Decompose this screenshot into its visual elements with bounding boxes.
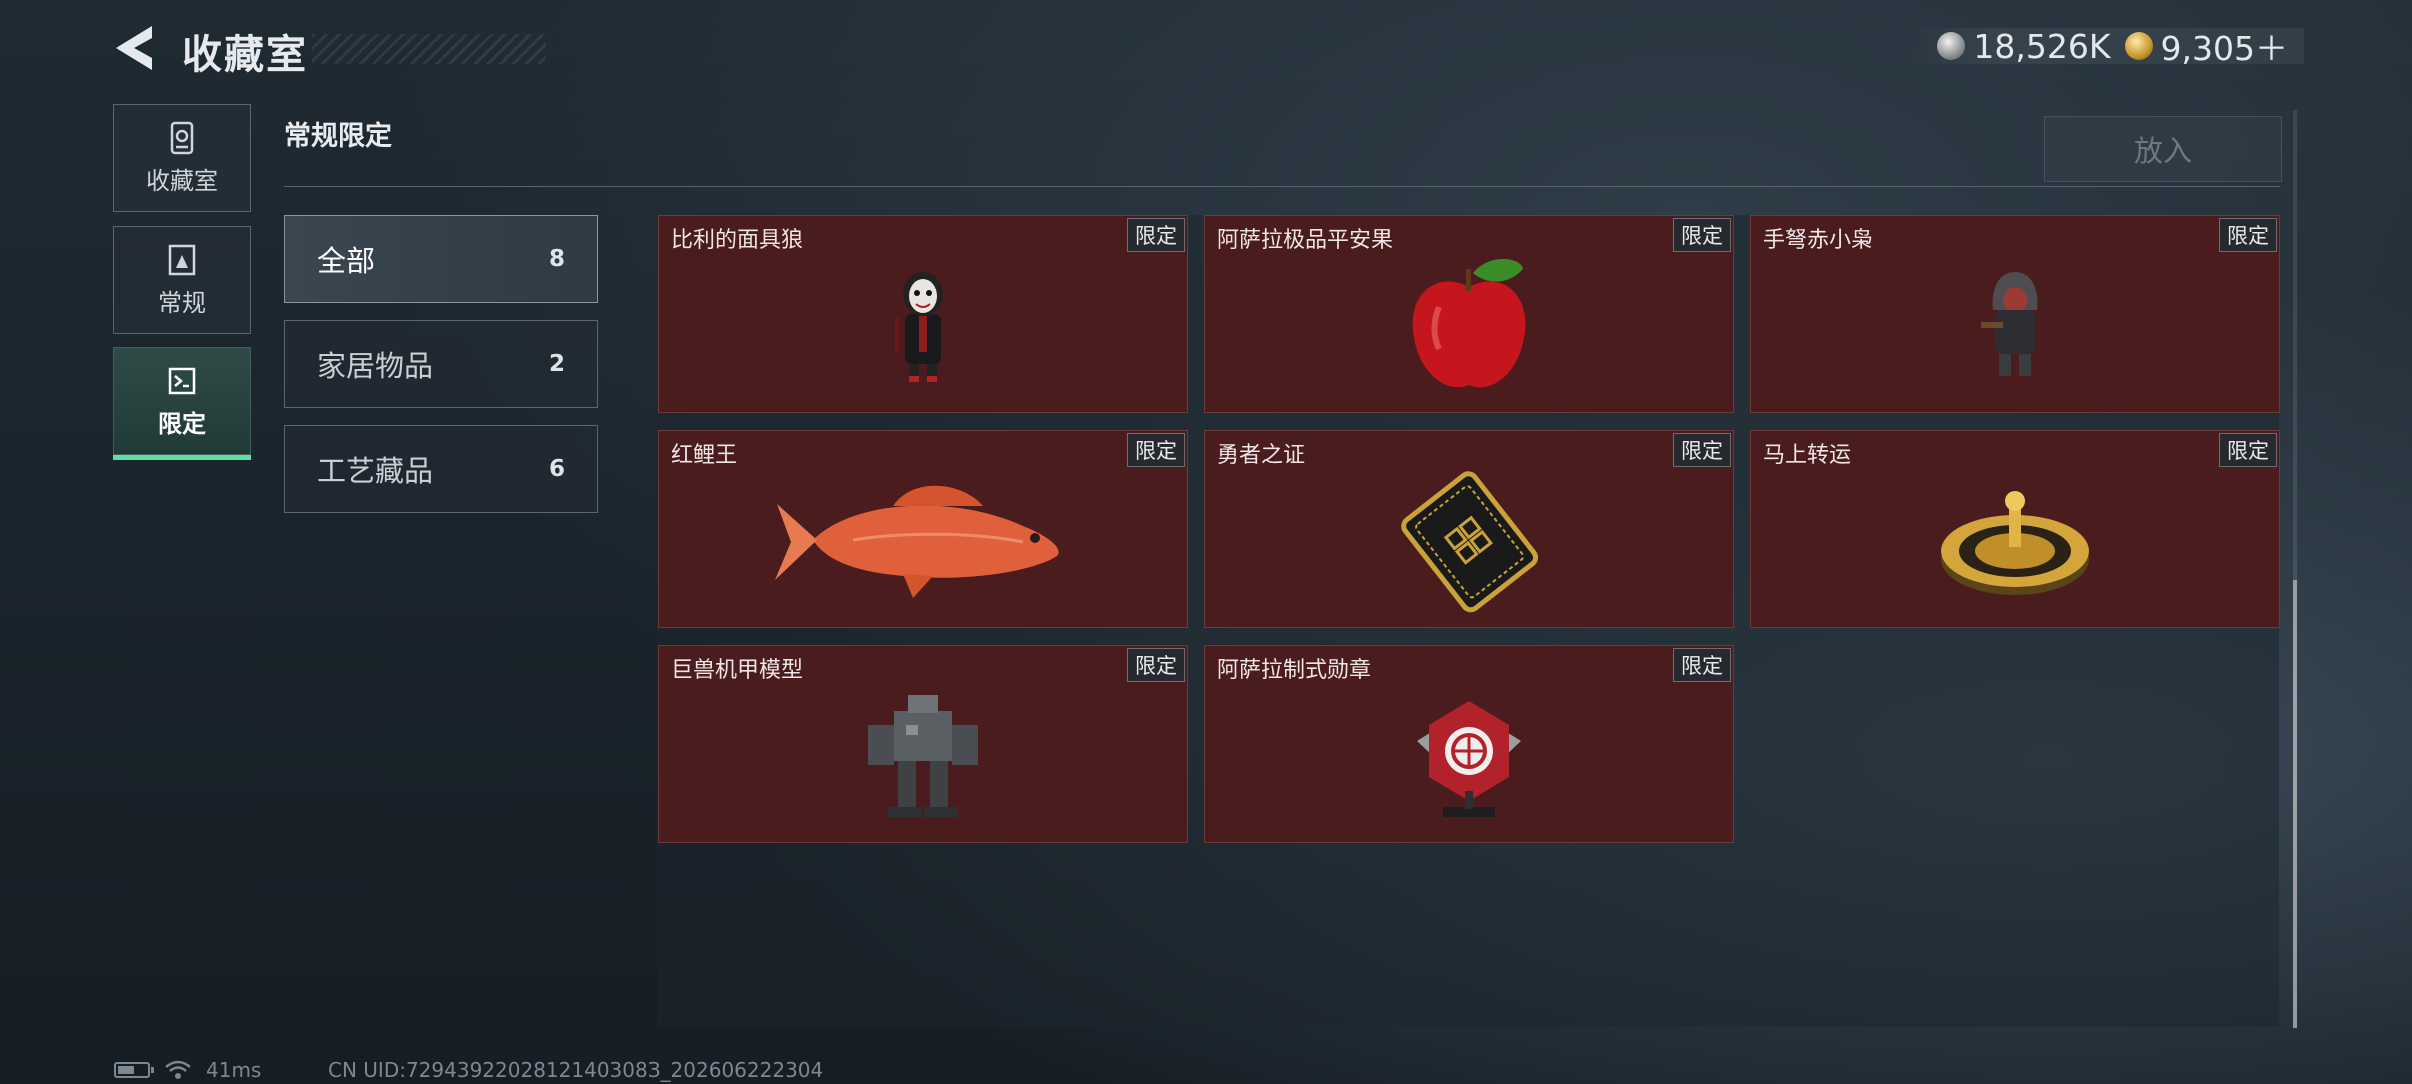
red-carp-icon: [775, 485, 1059, 598]
hooded-figure-icon: [1981, 271, 2038, 376]
limited-icon: [168, 367, 196, 394]
page-title: 收藏室: [182, 32, 308, 78]
item-card[interactable]: 巨兽机甲模型 限定: [658, 645, 1188, 843]
section-title: 常规限定: [284, 121, 392, 152]
wifi-icon: [165, 1060, 191, 1079]
ping-text: 41ms: [206, 1058, 262, 1082]
filter-crafts[interactable]: 工艺藏品 6: [284, 425, 598, 513]
item-name: 比利的面具狼: [671, 228, 804, 253]
title-decoration: [312, 34, 546, 64]
item-name: 马上转运: [1763, 443, 1852, 468]
nav-tab-collection[interactable]: 收藏室: [113, 104, 251, 212]
medal-icon: [1417, 700, 1521, 817]
scrollbar-thumb[interactable]: [2293, 580, 2297, 1028]
red-apple-icon: [1412, 258, 1526, 388]
nav-tab-label: 收藏室: [146, 166, 218, 195]
item-card[interactable]: 阿萨拉制式勋章 限定: [1204, 645, 1734, 843]
currency-gold[interactable]: 9,305＋: [2124, 22, 2288, 70]
item-card[interactable]: 比利的面具狼 限定: [658, 215, 1188, 413]
filter-label: 全部: [317, 244, 376, 278]
item-card[interactable]: 勇者之证 限定: [1204, 430, 1734, 628]
filter-count: 6: [548, 456, 565, 482]
limited-tag: 限定: [2219, 433, 2277, 467]
silver-coin-icon: [1937, 32, 1966, 60]
limited-tag: 限定: [1673, 648, 1731, 682]
nav-tab-label: 常规: [158, 288, 206, 317]
limited-tag: 限定: [1127, 433, 1185, 467]
status-bar: 41ms: [114, 1058, 261, 1082]
item-card[interactable]: 马上转运 限定: [1750, 430, 2280, 628]
header-divider: [284, 186, 2280, 187]
currency-silver: 18,526K: [1937, 26, 2111, 66]
gold-amount: 9,305＋: [2160, 29, 2288, 68]
item-card[interactable]: 阿萨拉极品平安果 限定: [1204, 215, 1734, 413]
limited-tag: 限定: [1127, 218, 1185, 252]
filter-count: 8: [548, 246, 565, 272]
mech-model-icon: [868, 694, 978, 817]
filter-label: 家居物品: [317, 349, 434, 383]
regular-icon: [168, 244, 196, 275]
filter-home-items[interactable]: 家居物品 2: [284, 320, 598, 408]
currency-bar: 18,526K 9,305＋: [1909, 26, 2304, 68]
filter-all[interactable]: 全部 8: [284, 215, 598, 303]
item-card[interactable]: 红鲤王 限定: [658, 430, 1188, 628]
gold-coin-icon: [2124, 32, 2153, 60]
filter-count: 2: [548, 351, 565, 377]
limited-tag: 限定: [1673, 218, 1731, 252]
nav-tab-label: 限定: [158, 409, 206, 438]
golden-wheel-icon: [1941, 490, 2089, 595]
limited-tag: 限定: [2219, 218, 2277, 252]
uid-text: CN UID:7294392202812140308З_202606222304: [328, 1058, 824, 1082]
item-name: 阿萨拉制式勋章: [1217, 658, 1372, 683]
put-in-button[interactable]: 放入: [2044, 116, 2282, 182]
limited-tag: 限定: [1673, 433, 1731, 467]
silver-amount: 18,526K: [1973, 26, 2111, 66]
item-name: 勇者之证: [1217, 443, 1306, 468]
battery-icon: [114, 1062, 154, 1078]
filter-label: 工艺藏品: [317, 454, 434, 488]
back-arrow-icon[interactable]: [112, 24, 156, 72]
collection-icon: [170, 121, 194, 154]
item-name: 巨兽机甲模型: [671, 658, 804, 683]
limited-tag: 限定: [1127, 648, 1185, 682]
item-name: 红鲤王: [671, 443, 738, 468]
puppet-figure-icon: [895, 271, 943, 382]
nav-tab-limited[interactable]: 限定: [113, 347, 251, 460]
item-card[interactable]: 手弩赤小枭 限定: [1750, 215, 2280, 413]
black-card-icon: [1401, 471, 1539, 613]
item-name: 手弩赤小枭: [1763, 228, 1874, 253]
item-name: 阿萨拉极品平安果: [1217, 228, 1394, 253]
nav-tab-regular[interactable]: 常规: [113, 226, 251, 334]
